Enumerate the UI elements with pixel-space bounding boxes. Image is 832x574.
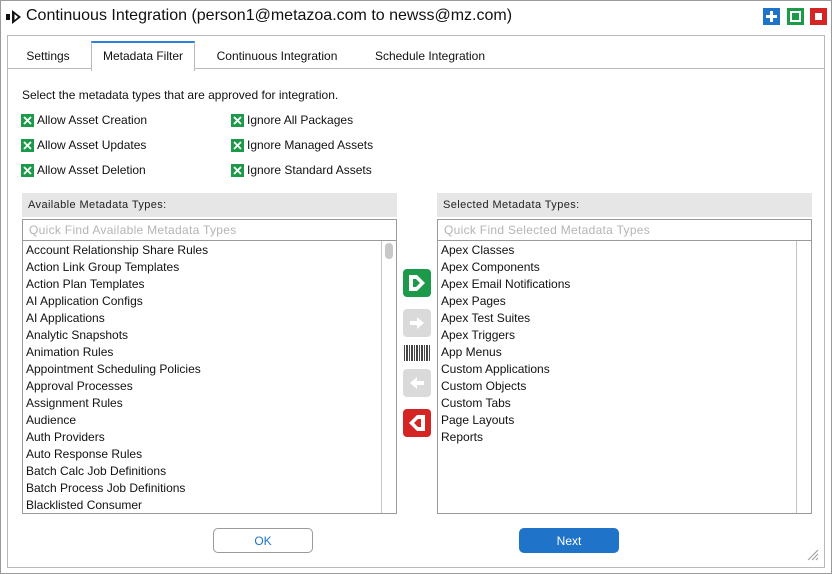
tab-continuous-integration[interactable]: Continuous Integration xyxy=(203,41,351,69)
list-item[interactable]: Apex Triggers xyxy=(441,328,570,345)
list-item[interactable]: AI Applications xyxy=(26,311,208,328)
selected-items: Apex Classes Apex Components Apex Email No… xyxy=(441,243,570,447)
remove-selected-button[interactable] xyxy=(403,369,431,397)
allow-asset-deletion-checkbox[interactable]: Allow Asset Deletion xyxy=(21,162,146,178)
list-item[interactable]: Approval Processes xyxy=(26,379,208,396)
list-item[interactable]: Apex Classes xyxy=(441,243,570,260)
list-item[interactable]: Account Relationship Share Rules xyxy=(26,243,208,260)
list-item[interactable]: Analytic Snapshots xyxy=(26,328,208,345)
maximize-button[interactable] xyxy=(787,8,804,25)
list-item[interactable]: Blacklisted Consumer xyxy=(26,498,208,513)
list-item[interactable]: Custom Applications xyxy=(441,362,570,379)
list-item[interactable]: Batch Process Job Definitions xyxy=(26,481,208,498)
instructions-text: Select the metadata types that are appro… xyxy=(22,88,339,102)
window-title: Continuous Integration (person1@metazoa.… xyxy=(26,7,513,24)
add-all-button[interactable] xyxy=(403,269,431,297)
list-item[interactable]: Appointment Scheduling Policies xyxy=(26,362,208,379)
checkmark-icon xyxy=(21,138,34,152)
list-item[interactable]: Custom Tabs xyxy=(441,396,570,413)
available-items: Account Relationship Share Rules Action L… xyxy=(26,243,208,513)
list-item[interactable]: Assignment Rules xyxy=(26,396,208,413)
list-item[interactable]: Batch Calc Job Definitions xyxy=(26,464,208,481)
double-arrow-left-icon xyxy=(409,415,425,431)
checkbox-label: Allow Asset Deletion xyxy=(37,163,146,177)
checkmark-icon xyxy=(21,113,34,127)
close-button[interactable] xyxy=(810,8,827,25)
allow-asset-updates-checkbox[interactable]: Allow Asset Updates xyxy=(21,137,146,153)
separator-icon xyxy=(404,345,430,361)
arrow-right-icon xyxy=(6,10,21,24)
list-item[interactable]: Auth Providers xyxy=(26,430,208,447)
checkbox-label: Allow Asset Updates xyxy=(37,138,147,152)
available-scrollbar[interactable] xyxy=(381,241,396,513)
list-item[interactable]: Action Plan Templates xyxy=(26,277,208,294)
remove-all-button[interactable] xyxy=(403,409,431,437)
list-item[interactable]: App Menus xyxy=(441,345,570,362)
list-item[interactable]: Audience xyxy=(26,413,208,430)
list-item[interactable]: Page Layouts xyxy=(441,413,570,430)
available-quick-find-input[interactable] xyxy=(22,219,397,241)
list-item[interactable]: Auto Response Rules xyxy=(26,447,208,464)
checkmark-icon xyxy=(231,113,244,127)
add-icon xyxy=(766,11,777,22)
allow-asset-creation-checkbox[interactable]: Allow Asset Creation xyxy=(21,112,147,128)
available-list-header: Available Metadata Types: xyxy=(22,193,397,217)
checkbox-label: Allow Asset Creation xyxy=(37,113,148,127)
checkmark-icon xyxy=(21,163,34,177)
checkbox-label: Ignore All Packages xyxy=(247,113,354,127)
list-item[interactable]: Apex Pages xyxy=(441,294,570,311)
ok-button[interactable]: OK xyxy=(213,528,313,553)
scrollbar-thumb[interactable] xyxy=(385,243,393,259)
resize-grip-icon[interactable] xyxy=(807,549,819,561)
selected-list[interactable]: Apex Classes Apex Components Apex Email No… xyxy=(437,241,812,514)
list-item[interactable]: Reports xyxy=(441,430,570,447)
tab-settings[interactable]: Settings xyxy=(13,41,83,69)
list-item[interactable]: Apex Components xyxy=(441,260,570,277)
selected-quick-find-input[interactable] xyxy=(437,219,812,241)
ignore-managed-assets-checkbox[interactable]: Ignore Managed Assets xyxy=(231,137,373,153)
ignore-all-packages-checkbox[interactable]: Ignore All Packages xyxy=(231,112,353,128)
list-item[interactable]: Apex Email Notifications xyxy=(441,277,570,294)
available-list[interactable]: Account Relationship Share Rules Action L… xyxy=(22,241,397,514)
checkbox-label: Ignore Managed Assets xyxy=(247,138,374,152)
next-button[interactable]: Next xyxy=(519,528,619,553)
add-selected-button[interactable] xyxy=(403,309,431,337)
arrow-left-icon xyxy=(410,377,424,389)
dialog-window: Continuous Integration (person1@metazoa.… xyxy=(0,0,832,574)
title-bar: Continuous Integration (person1@metazoa.… xyxy=(1,1,831,33)
list-item[interactable]: Action Link Group Templates xyxy=(26,260,208,277)
tab-metadata-filter[interactable]: Metadata Filter xyxy=(91,41,195,71)
maximize-icon xyxy=(790,11,801,22)
checkmark-icon xyxy=(231,138,244,152)
close-icon xyxy=(815,13,822,20)
double-arrow-right-icon xyxy=(409,275,425,291)
arrow-right-icon xyxy=(410,317,424,329)
checkmark-icon xyxy=(231,163,244,177)
ignore-standard-assets-checkbox[interactable]: Ignore Standard Assets xyxy=(231,162,372,178)
checkbox-label: Ignore Standard Assets xyxy=(247,163,372,177)
add-button[interactable] xyxy=(763,8,780,25)
tab-schedule-integration[interactable]: Schedule Integration xyxy=(361,41,499,69)
list-item[interactable]: Custom Objects xyxy=(441,379,570,396)
selected-scrollbar[interactable] xyxy=(796,241,811,513)
selected-list-header: Selected Metadata Types: xyxy=(437,193,812,217)
list-item[interactable]: Animation Rules xyxy=(26,345,208,362)
list-item[interactable]: Apex Test Suites xyxy=(441,311,570,328)
list-item[interactable]: AI Application Configs xyxy=(26,294,208,311)
